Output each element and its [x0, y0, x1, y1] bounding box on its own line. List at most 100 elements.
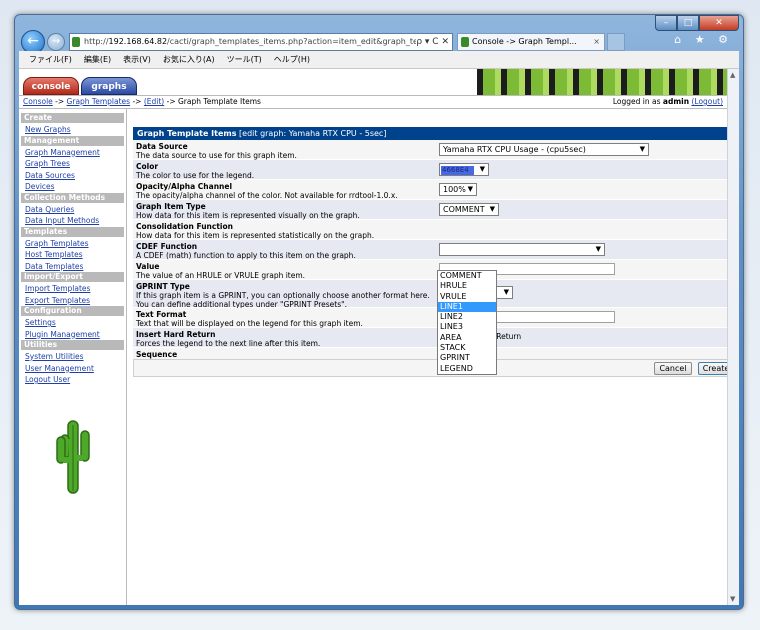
dropdown-option[interactable]: COMMENT	[438, 271, 496, 281]
field-description: The opacity/alpha channel of the color. …	[136, 191, 398, 200]
field-description: Text that will be displayed on the legen…	[136, 319, 363, 328]
browser-tab[interactable]: Console -> Graph Templ... ×	[457, 33, 605, 51]
dropdown-option[interactable]: VRULE	[438, 292, 496, 302]
address-controls[interactable]: ρ ▾ C ✕	[416, 34, 449, 50]
field-label: CDEF Function	[136, 242, 198, 251]
dropdown-option[interactable]: LINE3	[438, 322, 496, 332]
sidebar-item-graph-templates[interactable]: Graph Templates	[21, 238, 124, 250]
dropdown-option[interactable]: GPRINT	[438, 353, 496, 363]
field-label: Opacity/Alpha Channel	[136, 182, 233, 191]
menu-item[interactable]: 表示(V)	[123, 55, 151, 64]
forward-arrow-icon[interactable]: →	[47, 33, 65, 51]
scroll-down-icon[interactable]: ▼	[730, 595, 735, 603]
sidebar-item-settings[interactable]: Settings	[21, 317, 124, 329]
breadcrumb-current: -> Graph Template Items	[164, 97, 261, 106]
cdef-select[interactable]: ▼	[439, 243, 605, 256]
menu-item[interactable]: ツール(T)	[227, 55, 262, 64]
chevron-down-icon: ▼	[489, 205, 495, 213]
sidebar-section-header: Management	[21, 135, 124, 146]
breadcrumb-separator: ->	[130, 97, 144, 106]
field-graph-item-type: Graph Item Type How data for this item i…	[133, 200, 737, 220]
form-footer: Cancel Create	[133, 359, 737, 377]
dropdown-option[interactable]: LINE2	[438, 312, 496, 322]
field-label: Consolidation Function	[136, 222, 233, 231]
sidebar-item-data-input-methods[interactable]: Data Input Methods	[21, 215, 124, 227]
field-label: Graph Item Type	[136, 202, 206, 211]
sidebar-item-data-templates[interactable]: Data Templates	[21, 261, 124, 273]
menu-item[interactable]: 編集(E)	[84, 55, 111, 64]
dropdown-option[interactable]: STACK	[438, 343, 496, 353]
tab-title: Console -> Graph Templ...	[472, 37, 577, 46]
field-label: Text Format	[136, 310, 187, 319]
menu-item[interactable]: ヘルプ(H)	[274, 55, 310, 64]
breadcrumb: Console -> Graph Templates -> (Edit) -> …	[19, 95, 727, 109]
page-scrollbar[interactable]: ▲ ▼	[727, 69, 739, 605]
sidebar-item-plugin-management[interactable]: Plugin Management	[21, 329, 124, 341]
sidebar-item-new-graphs[interactable]: New Graphs	[21, 124, 124, 136]
sidebar-item-graph-trees[interactable]: Graph Trees	[21, 158, 124, 170]
sidebar-section-header: Import/Export	[21, 272, 124, 282]
dropdown-option[interactable]: LINE1	[438, 301, 496, 313]
color-select[interactable]: 4668E4 ▼	[439, 163, 489, 176]
sidebar-item-logout-user[interactable]: Logout User	[21, 374, 124, 386]
tab-close-icon[interactable]: ×	[593, 34, 600, 50]
field-label: Sequence	[136, 350, 178, 359]
chevron-down-icon: ▼	[639, 145, 645, 153]
new-tab-button[interactable]	[607, 33, 625, 51]
chevron-down-icon: ▼	[595, 245, 601, 253]
field-data-source: Data Source The data source to use for t…	[133, 140, 737, 160]
data-source-value: Yamaha RTX CPU Usage - (cpu5sec)	[443, 145, 586, 154]
graphs-tab[interactable]: graphs	[81, 77, 137, 95]
sidebar-item-user-management[interactable]: User Management	[21, 363, 124, 375]
sidebar-section-header: Create	[21, 113, 124, 123]
menu-item[interactable]: ファイル(F)	[29, 55, 72, 64]
scroll-up-icon[interactable]: ▲	[730, 71, 735, 79]
console-tab[interactable]: console	[23, 77, 79, 95]
tab-favicon-icon	[461, 37, 469, 47]
toolbar-icons[interactable]: ⌂ ★ ⚙	[674, 33, 733, 46]
graph-item-type-dropdown[interactable]: COMMENT HRULE VRULE LINE1 LINE2 LINE3 AREA STAC…	[437, 270, 497, 375]
color-swatch: 4668E4	[441, 166, 474, 175]
field-value: Value The value of an HRULE or VRULE gra…	[133, 260, 737, 280]
cancel-button[interactable]: Cancel	[654, 362, 692, 375]
sidebar-section-header: Utilities	[21, 340, 124, 350]
data-source-select[interactable]: Yamaha RTX CPU Usage - (cpu5sec) ▼	[439, 143, 649, 156]
breadcrumb-edit-link[interactable]: (Edit)	[144, 97, 164, 106]
main-panel: Graph Template Items [edit graph: Yamaha…	[133, 127, 737, 605]
browser-window: – □ ✕ ← → http://192.168.64.82/cacti/gra…	[14, 14, 744, 610]
sidebar-item-import-templates[interactable]: Import Templates	[21, 283, 124, 295]
address-bar[interactable]: http://192.168.64.82/cacti/graph_templat…	[69, 33, 453, 51]
dropdown-option[interactable]: AREA	[438, 333, 496, 343]
dropdown-option[interactable]: HRULE	[438, 281, 496, 291]
breadcrumb-graph-templates-link[interactable]: Graph Templates	[67, 97, 131, 106]
opacity-select[interactable]: 100% ▼	[439, 183, 477, 196]
field-hard-return: Insert Hard Return Forces the legend to …	[133, 328, 737, 348]
field-description: The data source to use for this graph it…	[136, 151, 297, 160]
breadcrumb-separator: ->	[52, 97, 67, 106]
sidebar-item-graph-management[interactable]: Graph Management	[21, 147, 124, 159]
dropdown-option[interactable]: LEGEND	[438, 364, 496, 374]
field-description: The color to use for the legend.	[136, 171, 255, 180]
field-description: Forces the legend to the next line after…	[136, 339, 321, 348]
sidebar-item-host-templates[interactable]: Host Templates	[21, 249, 124, 261]
sidebar: Create New Graphs Management Graph Manageme…	[19, 109, 127, 605]
sidebar-item-data-queries[interactable]: Data Queries	[21, 204, 124, 216]
graph-item-type-select[interactable]: COMMENT ▼	[439, 203, 499, 216]
sidebar-item-system-utilities[interactable]: System Utilities	[21, 351, 124, 363]
field-label: Insert Hard Return	[136, 330, 216, 339]
logout-link[interactable]: (Logout)	[691, 97, 723, 106]
field-label: Color	[136, 162, 159, 171]
cactus-banner-image	[477, 69, 727, 95]
form-title-bar: Graph Template Items [edit graph: Yamaha…	[133, 127, 737, 140]
field-consolidation: Consolidation Function How data for this…	[133, 220, 737, 240]
login-user: admin	[662, 97, 690, 106]
sidebar-item-export-templates[interactable]: Export Templates	[21, 295, 124, 307]
field-color: Color The color to use for the legend. 4…	[133, 160, 737, 180]
breadcrumb-console-link[interactable]: Console	[23, 97, 53, 106]
chevron-down-icon: ▼	[479, 165, 485, 173]
field-description: A CDEF (math) function to apply to this …	[136, 251, 356, 260]
menu-item[interactable]: お気に入り(A)	[163, 55, 215, 64]
field-description: If this graph item is a GPRINT, you can …	[136, 291, 430, 300]
sidebar-item-devices[interactable]: Devices	[21, 181, 124, 193]
sidebar-item-data-sources[interactable]: Data Sources	[21, 170, 124, 182]
